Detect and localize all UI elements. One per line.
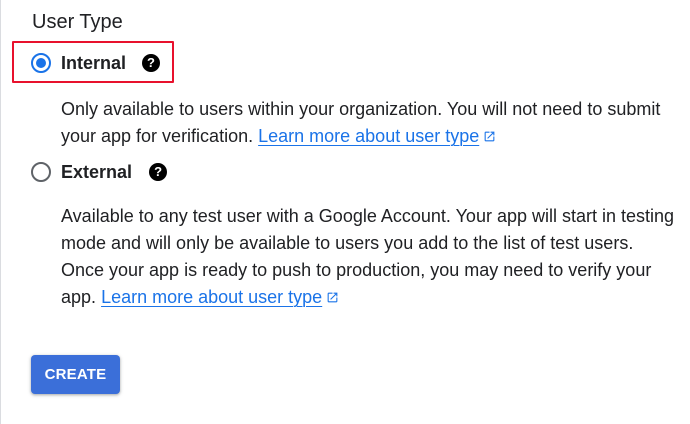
user-type-option-external[interactable]: External ? xyxy=(31,161,168,183)
question-circle-icon[interactable]: ? xyxy=(149,163,168,181)
external-option-label: External xyxy=(61,162,133,182)
external-option-description: Available to any test user with a Google… xyxy=(61,203,676,311)
external-learn-more-link[interactable]: Learn more about user type xyxy=(101,287,339,307)
user-type-option-internal[interactable]: Internal ? xyxy=(31,52,161,74)
internal-learn-more-link[interactable]: Learn more about user type xyxy=(258,126,496,146)
open-in-new-icon xyxy=(327,292,338,303)
internal-radio-button[interactable] xyxy=(31,53,51,73)
external-radio-button[interactable] xyxy=(31,162,51,182)
section-title: User Type xyxy=(32,11,123,33)
external-learn-more-link-text[interactable]: Learn more about user type xyxy=(101,287,322,307)
left-border-divider xyxy=(0,0,1,424)
internal-learn-more-link-text[interactable]: Learn more about user type xyxy=(258,126,479,146)
create-button[interactable]: CREATE xyxy=(31,355,120,394)
internal-option-label: Internal xyxy=(61,53,127,73)
question-circle-icon[interactable]: ? xyxy=(142,54,161,72)
internal-option-description: Only available to users within your orga… xyxy=(61,96,676,150)
open-in-new-icon xyxy=(484,131,495,142)
